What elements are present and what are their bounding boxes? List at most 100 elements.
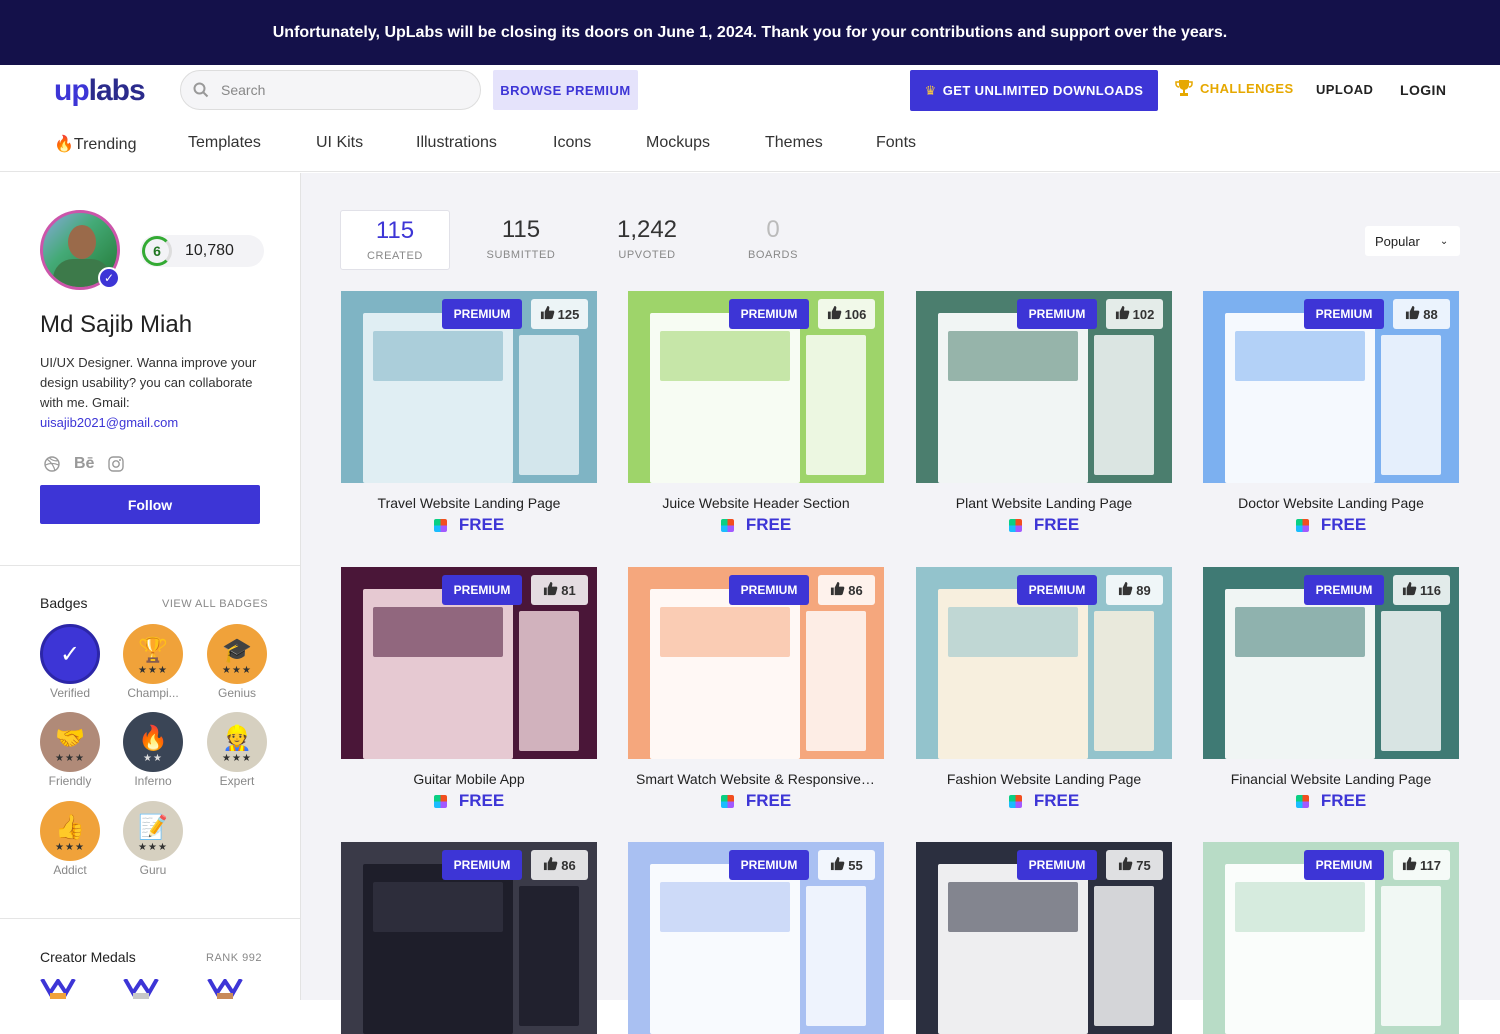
shot-card[interactable]: PREMIUM 125 Travel Website Landing Page FRE… <box>341 291 597 535</box>
shot-thumbnail[interactable]: PREMIUM 55 <box>628 842 884 1034</box>
shot-card[interactable]: PREMIUM 89 Fashion Website Landing Page FRE… <box>916 567 1172 811</box>
thumbs-up-icon <box>1402 581 1417 599</box>
like-count-button[interactable]: 55 <box>818 850 875 880</box>
like-count-button[interactable]: 102 <box>1106 299 1163 329</box>
category-ui-kits[interactable]: UI Kits <box>316 134 363 152</box>
shot-title[interactable]: Plant Website Landing Page <box>916 495 1172 511</box>
like-count-button[interactable]: 116 <box>1393 575 1450 605</box>
get-unlimited-downloads-button[interactable]: ♛ GET UNLIMITED DOWNLOADS <box>910 70 1158 111</box>
medal-icon[interactable] <box>40 979 76 999</box>
shot-card[interactable]: PREMIUM 116 Financial Website Landing Page… <box>1203 567 1459 811</box>
shot-card[interactable]: PREMIUM 75 <box>916 842 1172 1034</box>
badge-guru[interactable]: 📝 ★★★ Guru <box>123 801 183 877</box>
category-fonts[interactable]: Fonts <box>876 134 916 152</box>
login-link[interactable]: LOGIN <box>1400 82 1446 98</box>
view-all-badges-link[interactable]: VIEW ALL BADGES <box>162 598 268 610</box>
upload-link[interactable]: UPLOAD <box>1316 82 1373 97</box>
shot-thumbnail[interactable]: PREMIUM 86 <box>341 842 597 1034</box>
shot-thumbnail[interactable]: PREMIUM 89 <box>916 567 1172 759</box>
badge-friendly[interactable]: 🤝 ★★★ Friendly <box>40 712 100 788</box>
shot-thumbnail[interactable]: PREMIUM 116 <box>1203 567 1459 759</box>
shot-title[interactable]: Doctor Website Landing Page <box>1203 495 1459 511</box>
thumbnail-preview-hero <box>660 331 790 381</box>
creator-medals-heading: Creator Medals <box>40 949 136 965</box>
shot-card[interactable]: PREMIUM 86 Smart Watch Website & Responsiv… <box>628 567 884 811</box>
shot-thumbnail[interactable]: PREMIUM 102 <box>916 291 1172 483</box>
figma-icon <box>433 518 447 532</box>
sort-dropdown[interactable]: Popular ⌄ <box>1365 226 1460 256</box>
badge-inferno[interactable]: 🔥 ★★ Inferno <box>123 712 183 788</box>
thumbs-up-icon <box>830 856 845 874</box>
shot-title[interactable]: Fashion Website Landing Page <box>916 771 1172 787</box>
thumbnail-preview-hero <box>373 882 503 932</box>
thumbnail-preview-panel <box>519 886 579 1026</box>
category-mockups[interactable]: Mockups <box>646 134 710 152</box>
shot-card[interactable]: PREMIUM 117 <box>1203 842 1459 1034</box>
challenges-link[interactable]: CHALLENGES <box>1174 78 1294 98</box>
shot-card[interactable]: PREMIUM 55 <box>628 842 884 1034</box>
premium-badge: PREMIUM <box>1304 299 1384 329</box>
like-count-button[interactable]: 88 <box>1393 299 1450 329</box>
shot-card[interactable]: PREMIUM 106 Juice Website Header Section FR… <box>628 291 884 535</box>
like-count-button[interactable]: 117 <box>1393 850 1450 880</box>
shot-title[interactable]: Financial Website Landing Page <box>1203 771 1459 787</box>
badge-addict[interactable]: 👍 ★★★ Addict <box>40 801 100 877</box>
badge-expert[interactable]: 👷 ★★★ Expert <box>207 712 267 788</box>
shot-thumbnail[interactable]: PREMIUM 88 <box>1203 291 1459 483</box>
badge-genius[interactable]: 🎓 ★★★ Genius <box>207 624 267 700</box>
medal-icon[interactable] <box>123 979 159 999</box>
search-input[interactable]: Search <box>180 70 481 110</box>
category-templates[interactable]: Templates <box>188 134 261 152</box>
shot-card[interactable]: PREMIUM 86 <box>341 842 597 1034</box>
shot-title[interactable]: Juice Website Header Section <box>628 495 884 511</box>
browse-premium-button[interactable]: BROWSE PREMIUM <box>493 70 638 110</box>
instagram-icon[interactable] <box>108 456 125 472</box>
shot-card[interactable]: PREMIUM 88 Doctor Website Landing Page FREE <box>1203 291 1459 535</box>
shot-card[interactable]: PREMIUM 81 Guitar Mobile App FREE <box>341 567 597 811</box>
uplabs-logo[interactable]: uplabs <box>54 74 146 108</box>
shot-title[interactable]: Guitar Mobile App <box>341 771 597 787</box>
like-count-button[interactable]: 86 <box>531 850 588 880</box>
category-illustrations[interactable]: Illustrations <box>416 134 497 152</box>
shot-price: FREE <box>1203 515 1459 535</box>
expert-icon: 👷 <box>222 724 252 752</box>
email-link[interactable]: uisajib2021@gmail.com <box>40 413 270 433</box>
category-trending[interactable]: 🔥Trending <box>54 134 136 154</box>
like-count-button[interactable]: 89 <box>1106 575 1163 605</box>
like-count-button[interactable]: 106 <box>818 299 875 329</box>
shot-thumbnail[interactable]: PREMIUM 125 <box>341 291 597 483</box>
divider <box>0 918 300 919</box>
like-count-button[interactable]: 75 <box>1106 850 1163 880</box>
thumbnail-preview-panel <box>519 611 579 751</box>
stat-upvoted-tab[interactable]: 1,242 UPVOTED <box>592 210 702 270</box>
divider <box>0 565 300 566</box>
shot-thumbnail[interactable]: PREMIUM 106 <box>628 291 884 483</box>
dribbble-icon[interactable] <box>44 456 60 472</box>
like-count: 55 <box>848 857 863 873</box>
stat-submitted-tab[interactable]: 115 SUBMITTED <box>466 210 576 270</box>
stat-boards-tab[interactable]: 0 BOARDS <box>718 210 828 270</box>
like-count-button[interactable]: 81 <box>531 575 588 605</box>
badge-verified[interactable]: ✓ Verified <box>40 624 100 700</box>
crown-icon: ♛ <box>924 82 937 98</box>
badge-champion[interactable]: 🏆 ★★★ Champi... <box>123 624 183 700</box>
shot-thumbnail[interactable]: PREMIUM 81 <box>341 567 597 759</box>
thumbs-up-icon <box>1115 305 1130 323</box>
thumbnail-preview-hero <box>1235 331 1365 381</box>
medal-icon[interactable] <box>207 979 243 999</box>
shot-title[interactable]: Travel Website Landing Page <box>341 495 597 511</box>
premium-badge: PREMIUM <box>442 299 522 329</box>
shot-thumbnail[interactable]: PREMIUM 86 <box>628 567 884 759</box>
follow-button[interactable]: Follow <box>40 485 260 524</box>
behance-icon[interactable]: Bē <box>74 455 94 473</box>
shot-thumbnail[interactable]: PREMIUM 117 <box>1203 842 1459 1034</box>
like-count-button[interactable]: 86 <box>818 575 875 605</box>
shot-card[interactable]: PREMIUM 102 Plant Website Landing Page FREE <box>916 291 1172 535</box>
like-count-button[interactable]: 125 <box>531 299 588 329</box>
shot-title[interactable]: Smart Watch Website & Responsive ... <box>628 771 884 787</box>
category-themes[interactable]: Themes <box>765 134 823 152</box>
stat-created-tab[interactable]: 115 CREATED <box>340 210 450 270</box>
shot-thumbnail[interactable]: PREMIUM 75 <box>916 842 1172 1034</box>
category-icons[interactable]: Icons <box>553 134 591 152</box>
like-count: 86 <box>561 857 576 873</box>
